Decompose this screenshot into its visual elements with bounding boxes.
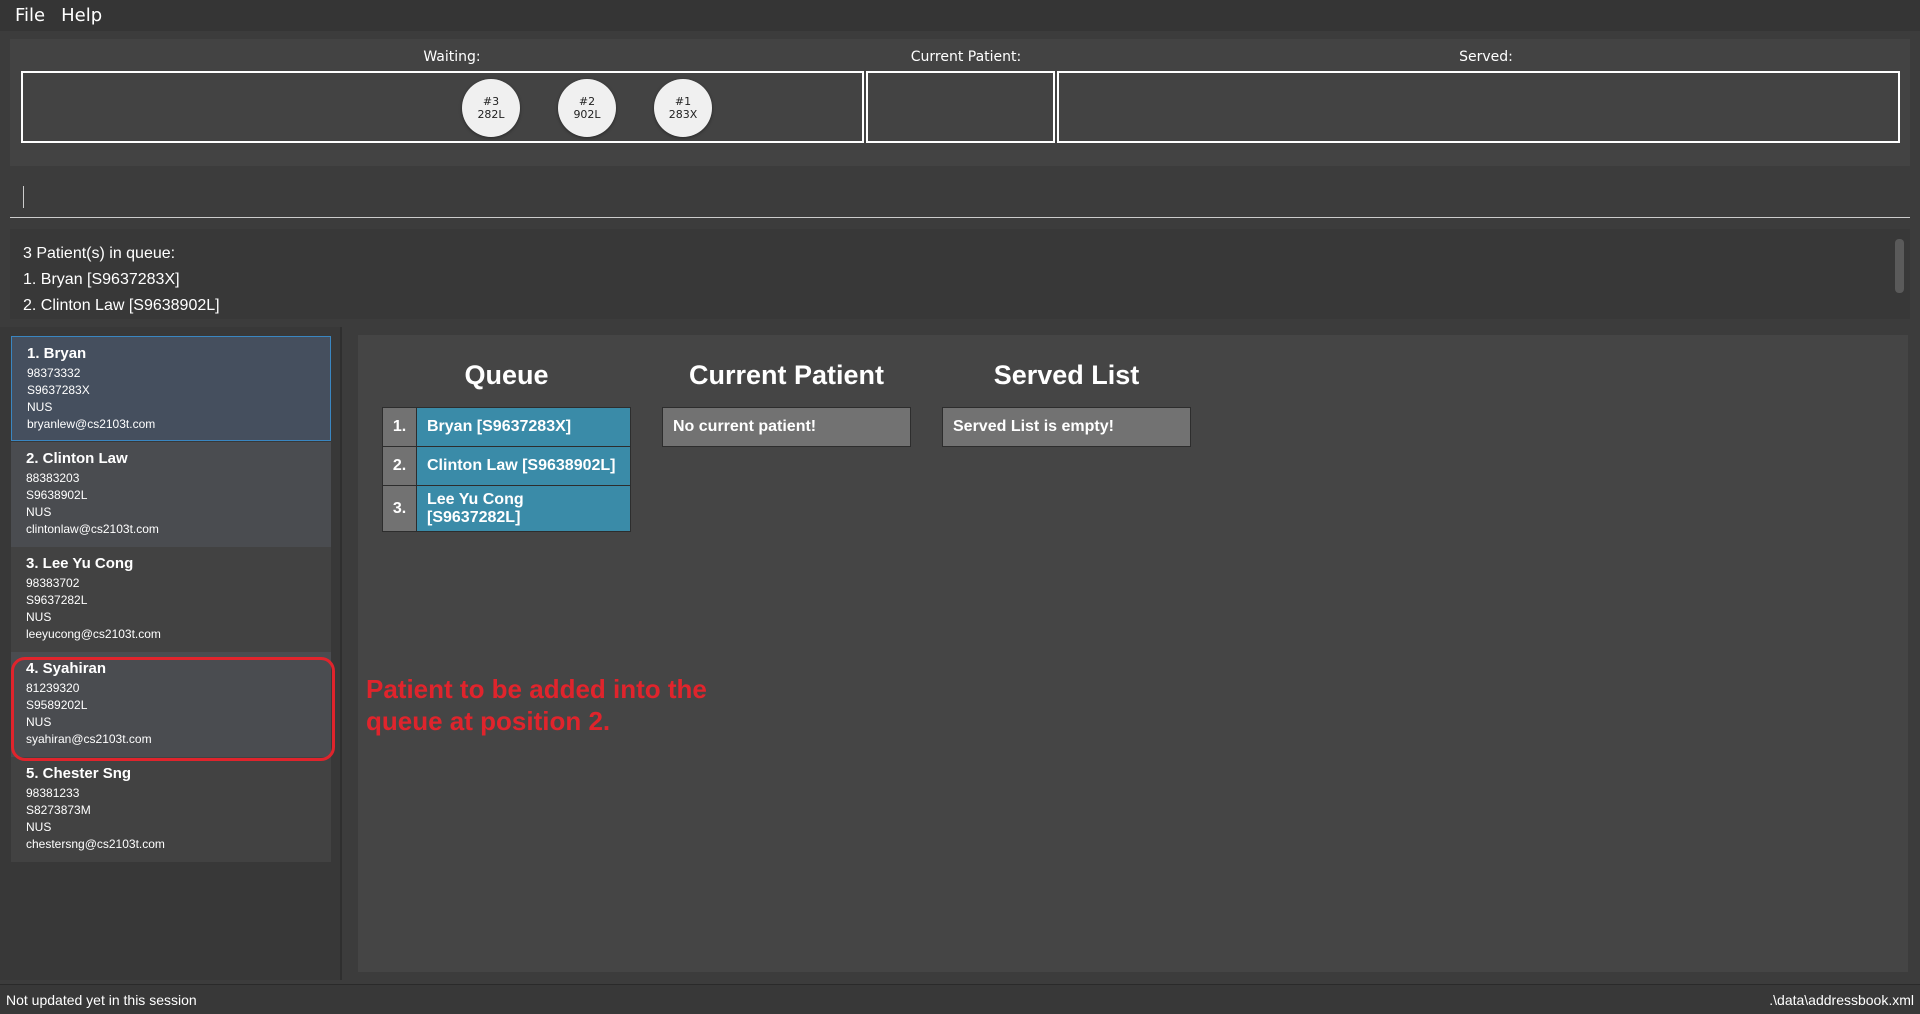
patient-card[interactable]: 3. Lee Yu Cong 98383702 S9637282L NUS le… xyxy=(11,547,331,652)
queue-row: 1. Bryan [S9637283X] xyxy=(382,407,631,447)
patient-school: NUS xyxy=(26,610,52,624)
served-list-title: Served List xyxy=(993,360,1140,390)
patient-email: bryanlew@cs2103t.com xyxy=(27,417,156,431)
result-scrollbar[interactable] xyxy=(1895,239,1904,293)
menu-file[interactable]: File xyxy=(7,5,53,26)
token-number: #3 xyxy=(482,95,500,108)
patient-phone: 98381233 xyxy=(26,786,80,800)
annotation-text: Patient to be added into the queue at po… xyxy=(366,674,707,736)
split-divider[interactable] xyxy=(340,327,342,980)
patient-phone: 81239320 xyxy=(26,681,80,695)
token-number: #1 xyxy=(674,95,692,108)
token-number: #2 xyxy=(578,95,596,108)
queue-title: Queue xyxy=(464,360,549,390)
waiting-token: #1 283X xyxy=(654,79,712,137)
save-location: .\data\addressbook.xml xyxy=(1769,991,1914,1008)
queue-row: 2. Clinton Law [S9638902L] xyxy=(382,446,631,486)
current-patient-label: Current Patient: xyxy=(910,49,1022,65)
queue-patient-name: Bryan [S9637283X] xyxy=(417,408,630,446)
patient-nric: S9637283X xyxy=(27,383,90,397)
patient-phone: 98373332 xyxy=(27,366,81,380)
waiting-label: Waiting: xyxy=(423,49,481,65)
current-patient-box xyxy=(866,71,1055,143)
queue-patient-name: Clinton Law [S9638902L] xyxy=(417,447,630,485)
waiting-token: #2 902L xyxy=(558,79,616,137)
waiting-token: #3 282L xyxy=(462,79,520,137)
waiting-box xyxy=(21,71,864,143)
patient-card[interactable]: 5. Chester Sng 98381233 S8273873M NUS ch… xyxy=(11,757,331,862)
queue-position: 1. xyxy=(383,408,417,446)
patient-nric: S9589202L xyxy=(26,698,88,712)
text-caret xyxy=(23,186,24,208)
queue-row: 3. Lee Yu Cong [S9637282L] xyxy=(382,485,631,532)
patient-nric: S9637282L xyxy=(26,593,88,607)
queue-browser-panel: Queue Current Patient Served List 1. Bry… xyxy=(358,335,1908,972)
result-line: 3 Patient(s) in queue: xyxy=(23,245,176,262)
patient-name: 2. Clinton Law xyxy=(26,450,128,467)
patient-list: 1. Bryan 98373332 S9637283X NUS bryanlew… xyxy=(0,327,340,980)
patient-phone: 88383203 xyxy=(26,471,80,485)
result-line: 1. Bryan [S9637283X] xyxy=(23,271,180,288)
queue-position: 2. xyxy=(383,447,417,485)
patient-name: 1. Bryan xyxy=(27,345,87,362)
queue-position: 3. xyxy=(383,486,417,531)
token-code: 282L xyxy=(477,108,505,121)
current-patient-title: Current Patient xyxy=(688,360,885,390)
patient-name: 3. Lee Yu Cong xyxy=(26,555,134,572)
patient-card[interactable]: 2. Clinton Law 88383203 S9638902L NUS cl… xyxy=(11,442,331,547)
patient-email: leeyucong@cs2103t.com xyxy=(26,627,161,641)
menu-help[interactable]: Help xyxy=(53,5,110,26)
token-code: 902L xyxy=(573,108,601,121)
patient-phone: 98383702 xyxy=(26,576,80,590)
result-display: 3 Patient(s) in queue: 1. Bryan [S963728… xyxy=(10,229,1910,319)
patient-school: NUS xyxy=(26,715,52,729)
patient-school: NUS xyxy=(26,820,52,834)
patient-card[interactable]: 4. Syahiran 81239320 S9589202L NUS syahi… xyxy=(11,652,331,757)
status-bar: Not updated yet in this session .\data\a… xyxy=(0,984,1920,1014)
patient-school: NUS xyxy=(27,400,53,414)
served-list-message: Served List is empty! xyxy=(942,407,1191,447)
current-patient-message: No current patient! xyxy=(662,407,911,447)
command-input[interactable] xyxy=(10,176,1910,218)
served-box xyxy=(1057,71,1900,143)
patient-email: clintonlaw@cs2103t.com xyxy=(26,522,159,536)
patient-email: syahiran@cs2103t.com xyxy=(26,732,152,746)
patient-card[interactable]: 1. Bryan 98373332 S9637283X NUS bryanlew… xyxy=(11,336,331,441)
patient-nric: S8273873M xyxy=(26,803,91,817)
patient-nric: S9638902L xyxy=(26,488,88,502)
queue-patient-name: Lee Yu Cong [S9637282L] xyxy=(417,486,630,531)
token-code: 283X xyxy=(668,108,698,121)
sync-status: Not updated yet in this session xyxy=(6,991,197,1008)
patient-email: chestersng@cs2103t.com xyxy=(26,837,165,851)
menu-bar: File Help xyxy=(0,0,1920,31)
served-label: Served: xyxy=(1459,49,1513,65)
queue-status-panel: Waiting: Current Patient: Served: #3 282… xyxy=(10,39,1910,166)
patient-school: NUS xyxy=(26,505,52,519)
patient-name: 5. Chester Sng xyxy=(26,765,132,782)
result-line: 2. Clinton Law [S9638902L] xyxy=(23,297,220,314)
patient-name: 4. Syahiran xyxy=(26,660,107,677)
